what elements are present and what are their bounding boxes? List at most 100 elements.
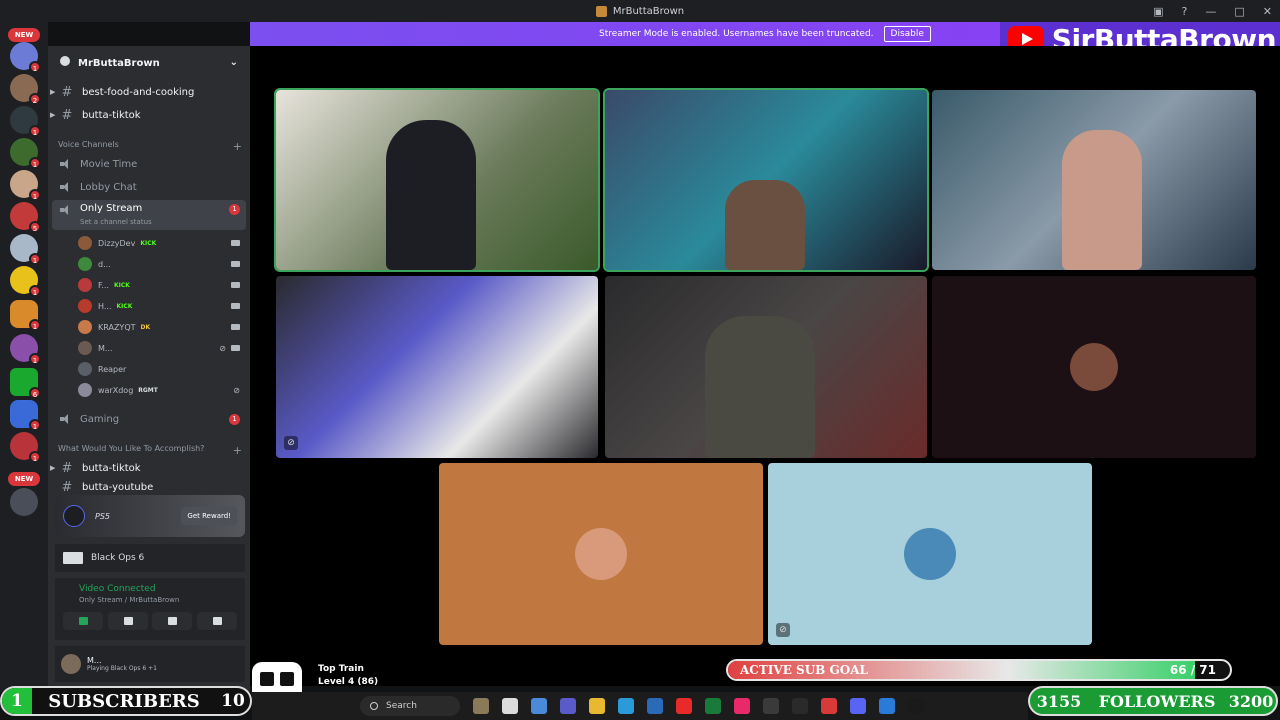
server-icon[interactable]: 1 (10, 334, 41, 365)
user-status: Playing Black Ops 6 +1 (87, 665, 157, 672)
server-icon[interactable]: 1 (10, 266, 41, 297)
voice-member[interactable]: F... KICK (78, 275, 246, 295)
call-of-duty-icon[interactable] (908, 698, 924, 714)
video-tile[interactable]: ⊘ (276, 276, 598, 458)
voice-member[interactable]: DizzyDev KICK (78, 233, 246, 253)
taskbar-search[interactable]: Search (360, 696, 460, 716)
voice-location[interactable]: Only Stream / MrButtaBrown (79, 596, 237, 604)
server-icon[interactable]: 1 (10, 300, 41, 331)
video-tile[interactable] (932, 276, 1256, 458)
voice-member[interactable]: warXdog RGMT ⊘ (78, 380, 246, 400)
teams-icon[interactable] (560, 698, 576, 714)
task-view-icon[interactable] (502, 698, 518, 714)
activities-button[interactable] (152, 612, 193, 630)
voice-channel-lobby-chat[interactable]: Lobby Chat (52, 177, 246, 197)
taskbar-app-icon[interactable] (763, 698, 779, 714)
inbox-icon[interactable]: ▣ (1153, 5, 1163, 18)
disable-streamer-mode-button[interactable]: Disable (883, 26, 931, 42)
call-of-duty-icon[interactable] (792, 698, 808, 714)
taskbar-app-icon[interactable] (879, 698, 895, 714)
camera-icon (231, 240, 240, 246)
get-reward-button[interactable]: Get Reward! (181, 507, 237, 525)
taskbar-app-icon[interactable] (473, 698, 489, 714)
server-icon[interactable] (10, 488, 38, 516)
close-icon[interactable]: ✕ (1263, 5, 1272, 18)
server-icon[interactable]: 1 (10, 432, 41, 463)
kick-server-icon[interactable]: 6 (10, 368, 41, 399)
voice-member[interactable]: H... KICK (78, 296, 246, 316)
help-icon[interactable]: ? (1182, 5, 1188, 18)
server-icon[interactable]: 1 (10, 42, 41, 73)
sub-goal-label: ACTIVE SUB GOAL (740, 663, 868, 677)
video-tile[interactable] (932, 90, 1256, 270)
caret-icon: ▶ (50, 464, 56, 472)
voice-channel-gaming[interactable]: Gaming 1 (52, 409, 246, 429)
hash-icon: # (61, 481, 73, 493)
window-title: MrButtaBrown (612, 5, 685, 17)
taskbar-app-icon[interactable] (821, 698, 837, 714)
maximize-icon[interactable]: □ (1234, 5, 1244, 18)
channel-butta-youtube[interactable]: # butta-youtube (52, 481, 246, 493)
server-icon[interactable]: 1 (10, 400, 41, 431)
server-icon[interactable]: 1 (10, 234, 41, 265)
category-accomplish[interactable]: What Would You Like To Accomplish? + (58, 444, 248, 457)
channel-butta-tiktok[interactable]: ▶ # butta-tiktok (50, 105, 246, 125)
participant-figure (705, 316, 815, 458)
server-icon[interactable]: 1 (10, 138, 41, 169)
caret-icon: ▶ (50, 88, 56, 96)
voice-status[interactable]: Video Connected (79, 584, 237, 594)
voice-member[interactable]: M... ⊘ (78, 338, 246, 358)
server-rail: NEW 1 2 1 1 1 5 1 1 1 1 6 1 1 NEW (0, 22, 48, 692)
add-channel-icon[interactable]: + (233, 444, 242, 457)
channel-status[interactable]: Set a channel status (80, 218, 152, 226)
server-icon[interactable]: 5 (10, 202, 41, 233)
avatar (78, 341, 92, 355)
channel-best-food-and-cooking[interactable]: ▶ # best-food-and-cooking (50, 82, 246, 102)
tiktok-icon[interactable] (734, 698, 750, 714)
game-name: Black Ops 6 (91, 553, 145, 563)
voice-channel-movie-time[interactable]: Movie Time (52, 154, 246, 174)
guild-header[interactable]: MrButtaBrown ⌄ (48, 46, 250, 78)
copilot-icon[interactable] (531, 698, 547, 714)
server-icon[interactable]: 2 (10, 74, 41, 105)
speaker-icon (60, 414, 72, 424)
soundboard-button[interactable] (196, 612, 237, 630)
add-channel-icon[interactable]: + (233, 140, 242, 153)
server-icon[interactable]: 1 (10, 170, 41, 201)
voice-channel-only-stream[interactable]: Only Stream 1 Set a channel status (52, 200, 246, 230)
caret-icon: ▶ (50, 111, 56, 119)
new-pill: NEW (8, 28, 40, 42)
subscribers-label: SUBSCRIBERS (48, 690, 200, 712)
screen-share-button[interactable] (107, 612, 148, 630)
video-tile[interactable] (603, 88, 929, 272)
youtube-icon[interactable] (676, 698, 692, 714)
promo-brand: PS5 (95, 511, 110, 521)
video-tile[interactable] (605, 276, 927, 458)
game-activity[interactable]: Black Ops 6 (55, 544, 245, 572)
excel-icon[interactable] (705, 698, 721, 714)
discord-icon[interactable] (850, 698, 866, 714)
train-title: Top Train (318, 664, 364, 674)
followers-target: 3200 (1228, 691, 1274, 711)
store-icon[interactable] (647, 698, 663, 714)
file-explorer-icon[interactable] (589, 698, 605, 714)
avatar (78, 362, 92, 376)
voice-controls (63, 612, 237, 630)
video-tile[interactable] (439, 463, 763, 645)
chevron-down-icon[interactable]: ⌄ (230, 57, 238, 68)
followers-label: FOLLOWERS (1098, 691, 1216, 711)
windows-taskbar: Search (252, 692, 1028, 720)
camera-button[interactable] (63, 612, 103, 630)
minimize-icon[interactable]: — (1205, 5, 1216, 18)
voice-member[interactable]: KRAZYQT DK (78, 317, 246, 337)
channel-butta-tiktok[interactable]: ▶ # butta-tiktok (50, 458, 246, 478)
server-icon[interactable]: 1 (10, 106, 41, 137)
avatar[interactable] (61, 654, 81, 674)
voice-member[interactable]: Reaper (78, 359, 246, 379)
voice-member[interactable]: d... (78, 254, 246, 274)
video-tile[interactable]: ⊘ (768, 463, 1092, 645)
mic-muted-icon: ⊘ (233, 385, 240, 395)
category-voice-channels[interactable]: Voice Channels + (58, 140, 248, 153)
edge-icon[interactable] (618, 698, 634, 714)
video-tile[interactable] (274, 88, 600, 272)
